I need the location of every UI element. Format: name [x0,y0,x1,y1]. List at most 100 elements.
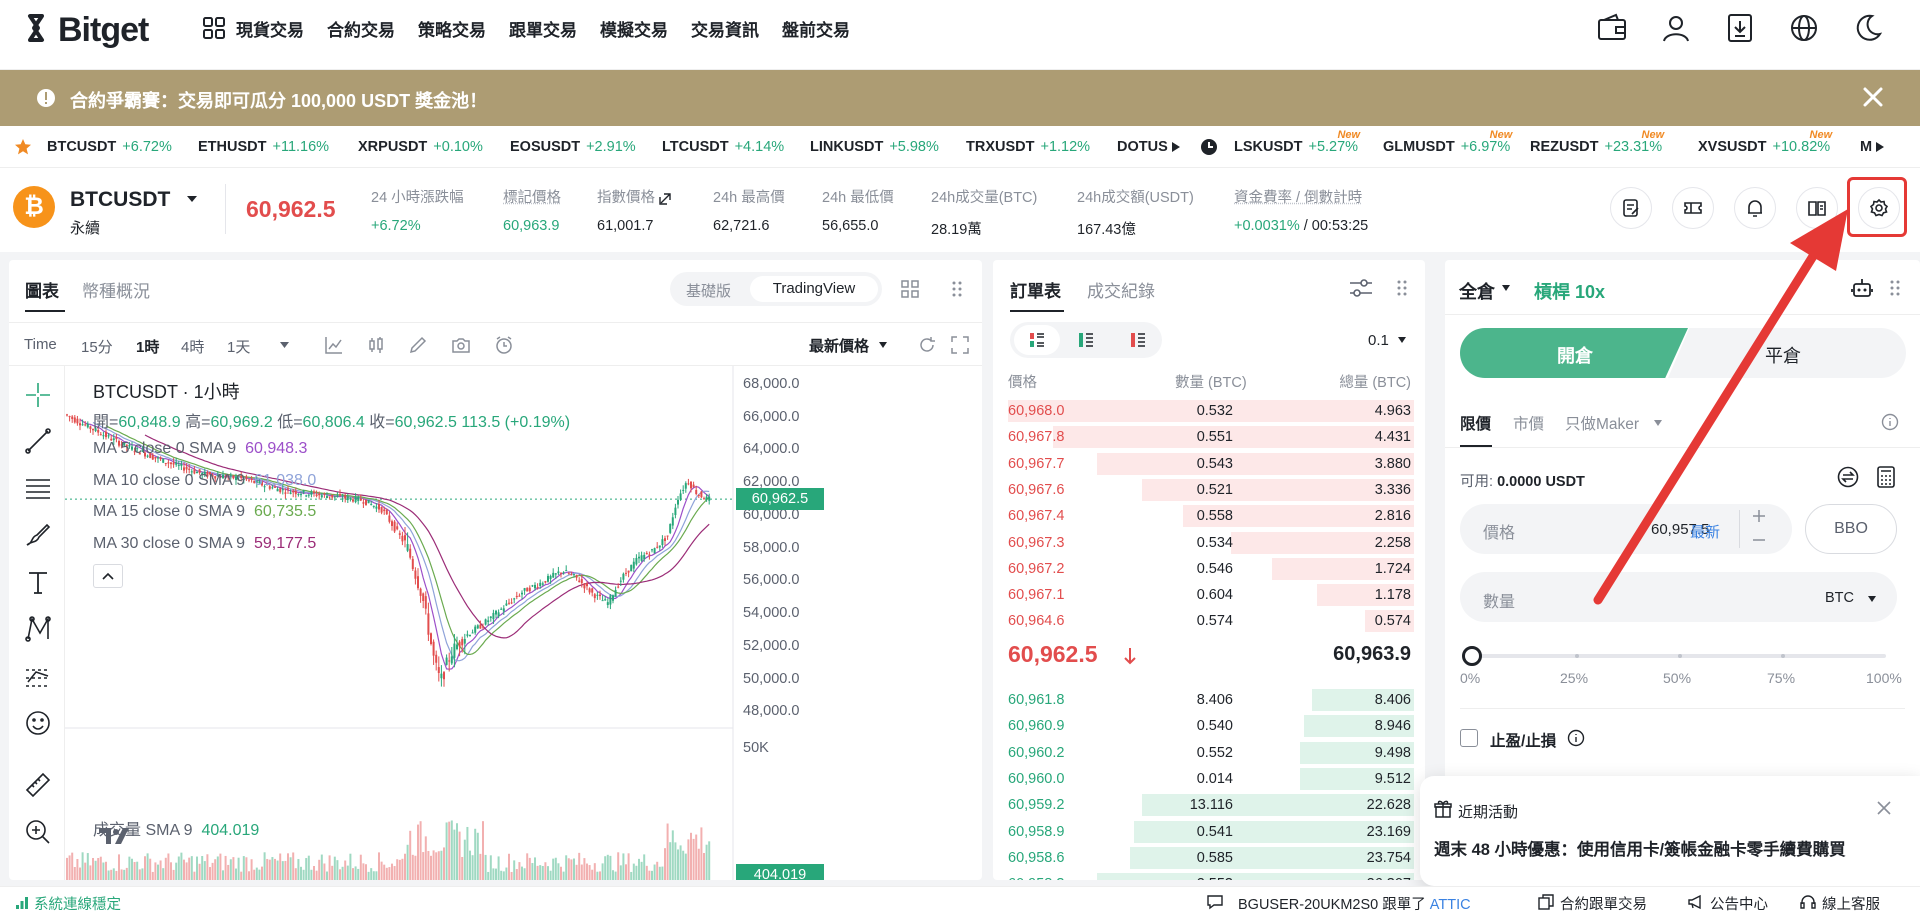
apps-grid-icon[interactable] [202,16,226,40]
ask-row[interactable]: 60,967.4 0.558 2.816 [993,503,1425,529]
favorites-star-icon[interactable] [14,138,32,156]
ask-row[interactable]: 60,967.3 0.534 2.258 [993,530,1425,556]
banner-text[interactable]: 合約爭霸賽：交易即可瓜分 100,000 USDT 獎金池！ [70,87,487,113]
ticker-item[interactable]: BTCUSDT +6.72% [47,139,172,155]
price-type-selector[interactable]: 最新價格 [809,335,869,356]
ticker-item[interactable]: EOSUSDT +2.91% [510,139,636,155]
tab-trade-history[interactable]: 成交紀錄 [1087,277,1155,302]
user-icon[interactable] [1660,12,1692,44]
symbol-selector[interactable]: BTCUSDT [70,188,170,212]
stat-funding-rate[interactable]: 資金費率 / 倒數計時 +0.0031% / 00:53:25 [1234,186,1368,234]
orderbook-both-icon[interactable] [1029,332,1045,348]
interval-dropdown-icon[interactable] [279,341,290,349]
forecast-tool-icon[interactable] [24,662,52,690]
calculator-icon[interactable] [1876,466,1896,488]
pattern-tool-icon[interactable] [24,615,52,643]
trend-line-icon[interactable] [24,427,52,455]
ticker-item[interactable]: M [1860,139,1872,155]
wallet-icon[interactable] [1596,12,1628,44]
stat-mark-price[interactable]: 標記價格 60,963.9 [503,186,561,234]
zoom-in-icon[interactable] [24,818,52,846]
bid-row[interactable]: 60,960.9 0.540 8.946 [993,713,1425,739]
nav-demo-trading[interactable]: 模擬交易 [600,16,668,41]
bid-row[interactable]: 60,958.6 0.585 23.754 [993,845,1425,871]
drag-handle-icon[interactable] [1396,279,1408,297]
margin-mode-selector[interactable]: 全倉 [1459,278,1495,304]
layout-grid-icon[interactable] [901,280,919,298]
recent-events-popup[interactable] [1420,776,1920,886]
ticker-item[interactable]: XRPUSDT +0.10% [358,139,483,155]
nav-futures[interactable]: 合約交易 [327,16,395,41]
ask-row[interactable]: 60,968.0 0.532 4.963 [993,398,1425,424]
external-link-icon[interactable] [659,191,673,205]
ask-row[interactable]: 60,967.7 0.543 3.880 [993,451,1425,477]
chevron-down-icon[interactable] [1501,284,1511,292]
open-position-label[interactable]: 開倉 [1557,342,1593,368]
ticker-item[interactable]: ETHUSDT +11.16% [198,139,329,155]
ruler-icon[interactable] [24,771,52,799]
orderbook-asks-icon[interactable] [1130,332,1146,348]
popup-body-link[interactable]: 週末 48 小時優惠：使用信用卡/簽帳金融卡零手續費購買 [1434,836,1846,860]
bid-row[interactable]: 60,961.8 8.406 8.406 [993,687,1425,713]
slider-pct-50[interactable]: 50% [1663,670,1691,686]
ticker-scroll-right-icon[interactable] [1876,142,1884,152]
order-type-limit[interactable]: 限價 [1460,412,1491,434]
interval-1h[interactable]: 1時 [136,336,159,357]
bid-row[interactable]: 60,958.9 0.541 23.169 [993,819,1425,845]
ticker-scroll-right-icon[interactable] [1172,142,1180,152]
ticker-item[interactable]: LINKUSDT +5.98% [810,139,939,155]
order-type-market[interactable]: 市價 [1513,412,1544,434]
chevron-down-icon[interactable] [1397,336,1407,344]
pencil-draw-icon[interactable] [409,336,427,354]
ask-row[interactable]: 60,967.1 0.604 1.178 [993,582,1425,608]
nav-copy-trading[interactable]: 跟單交易 [509,16,577,41]
ticker-item[interactable]: XVSUSDT +10.82% New [1698,129,1832,155]
ticker-item[interactable]: REZUSDT +23.31% New [1530,129,1664,155]
nav-pre-market[interactable]: 盤前交易 [782,16,850,41]
slider-pct-0[interactable]: 0% [1460,670,1480,686]
chevron-down-icon[interactable] [1867,595,1877,603]
orderbook-bids-icon[interactable] [1078,332,1094,348]
footer-link-announcements[interactable]: 公告中心 [1710,893,1768,914]
view-basic-button[interactable]: 基礎版 [686,280,731,301]
tab-chart[interactable]: 圖表 [25,277,59,302]
fullscreen-icon[interactable] [951,336,969,354]
brush-icon[interactable] [24,521,52,549]
ticker-item[interactable]: LTCUSDT +4.14% [662,139,784,155]
interval-4h[interactable]: 4時 [181,336,204,357]
price-step-selector[interactable]: 0.1 [1368,332,1389,349]
ticker-item[interactable]: TRXUSDT +1.12% [966,139,1090,155]
slider-pct-100[interactable]: 100% [1866,670,1902,686]
tpsl-checkbox[interactable] [1460,729,1478,747]
ticker-item[interactable]: GLMUSDT +6.97% New [1383,129,1512,155]
bid-row[interactable]: 60,960.0 0.014 9.512 [993,766,1425,792]
filter-sliders-icon[interactable] [1349,278,1373,298]
banner-close-icon[interactable] [1862,86,1884,108]
alarm-clock-icon[interactable] [495,336,513,354]
popup-close-icon[interactable] [1876,800,1892,816]
nav-spot[interactable]: 現貨交易 [236,16,304,41]
info-circle-icon[interactable] [1881,413,1899,431]
chevron-down-icon[interactable] [186,194,198,204]
stat-index-price[interactable]: 指數價格 61,001.7 [597,186,673,234]
indicator-line-icon[interactable] [325,336,343,354]
emoji-smile-icon[interactable] [24,709,52,737]
nav-trading-info[interactable]: 交易資訊 [691,16,759,41]
bid-row[interactable]: 60,959.2 13.116 22.628 [993,792,1425,818]
ticker-item[interactable]: DOTUS [1117,139,1168,155]
collapse-legend-chevron-up-icon[interactable] [93,564,123,588]
download-icon[interactable] [1724,12,1756,44]
footer-link-copy-trading[interactable]: 合約跟單交易 [1560,893,1647,914]
drag-handle-icon[interactable] [951,280,963,298]
ask-row[interactable]: 60,967.2 0.546 1.724 [993,556,1425,582]
slider-pct-25[interactable]: 25% [1560,670,1588,686]
bitget-logo[interactable]: Bitget [26,10,149,50]
ask-row[interactable]: 60,967.8 0.551 4.431 [993,424,1425,450]
tab-orderbook[interactable]: 訂單表 [1010,277,1061,302]
view-tradingview-button[interactable]: TradingView [750,276,878,302]
quantity-slider-handle[interactable] [1462,646,1482,666]
ticker-item[interactable]: LSKUSDT +5.27% New [1234,129,1360,155]
interval-15m[interactable]: 15分 [81,336,113,357]
globe-icon[interactable] [1788,12,1820,44]
info-circle-icon[interactable] [1567,729,1585,747]
